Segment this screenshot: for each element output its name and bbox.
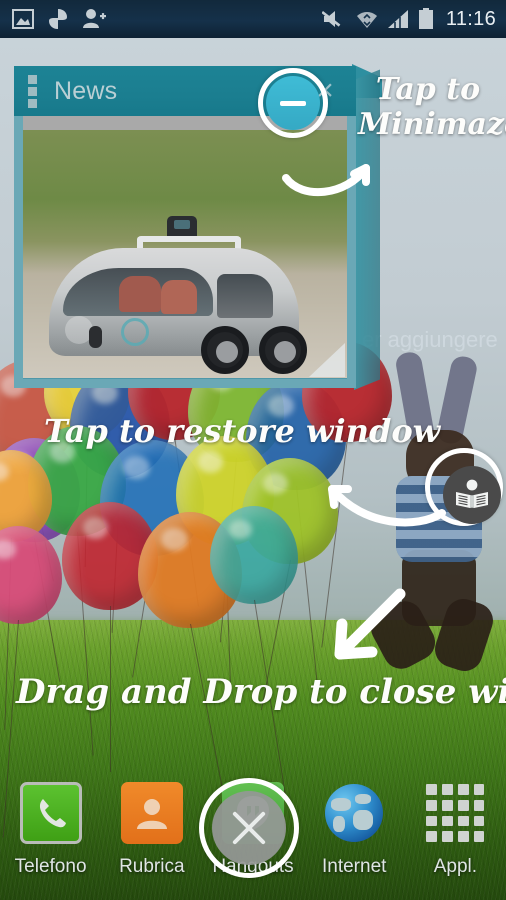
balloon bbox=[0, 526, 62, 624]
apps-grid-icon bbox=[424, 782, 486, 844]
app-notification-icon bbox=[49, 9, 67, 29]
battery-icon bbox=[418, 8, 433, 29]
globe-shape bbox=[325, 784, 384, 842]
dock-label: Rubrica bbox=[119, 856, 185, 877]
car-side-window bbox=[217, 274, 273, 318]
self-driving-car-illustration bbox=[49, 216, 307, 374]
status-left-icons bbox=[0, 7, 106, 31]
book-reader-icon bbox=[456, 479, 488, 508]
background-hint-text: er aggiungere bbox=[362, 327, 498, 352]
balloon bbox=[210, 506, 298, 604]
dock-item-rubrica[interactable]: Rubrica bbox=[101, 782, 202, 878]
close-x-icon bbox=[227, 806, 271, 850]
phone-icon bbox=[19, 782, 82, 844]
status-clock: 11:16 bbox=[445, 7, 496, 30]
dock-label: Telefono bbox=[14, 856, 87, 877]
contacts-icon bbox=[120, 782, 183, 844]
drag-handle-icon[interactable] bbox=[28, 74, 38, 108]
close-drop-target[interactable] bbox=[212, 791, 286, 865]
arrow-to-restore bbox=[328, 485, 446, 527]
car-wheel-rear bbox=[259, 326, 307, 374]
dock-label: Appl. bbox=[433, 856, 478, 877]
car-mirror bbox=[89, 326, 102, 348]
car-wheel-front bbox=[201, 326, 249, 374]
minus-icon bbox=[280, 100, 306, 106]
status-right-icons: 11:16 bbox=[321, 7, 506, 31]
dock-label: Internet bbox=[321, 856, 387, 877]
globe-icon bbox=[323, 782, 385, 844]
annotation-minimize: Tap to Minimaze bbox=[358, 72, 506, 143]
car-seat-right bbox=[161, 280, 197, 314]
add-contact-icon bbox=[83, 9, 106, 28]
mute-icon bbox=[321, 11, 341, 27]
dock-item-internet[interactable]: Internet bbox=[304, 782, 405, 878]
annotation-restore: Tap to restore window bbox=[44, 412, 441, 450]
arrow-to-close bbox=[334, 588, 406, 660]
dock-item-appl[interactable]: Appl. bbox=[405, 782, 506, 878]
dock-item-telefono[interactable]: Telefono bbox=[0, 782, 101, 878]
car-seat-left bbox=[119, 276, 161, 312]
status-bar[interactable]: 11:16 bbox=[0, 0, 506, 38]
car-sensor-ring bbox=[121, 318, 149, 346]
android-home-screen: er aggiungere News × Tap to Minimaz Tap … bbox=[0, 0, 506, 900]
screenshot-icon bbox=[12, 9, 34, 29]
minimized-window-bubble[interactable] bbox=[443, 466, 501, 524]
signal-icon bbox=[387, 10, 408, 28]
wifi-icon bbox=[356, 12, 377, 28]
annotation-close: Drag and Drop to close window bbox=[16, 672, 506, 712]
window-title: News bbox=[54, 76, 118, 105]
